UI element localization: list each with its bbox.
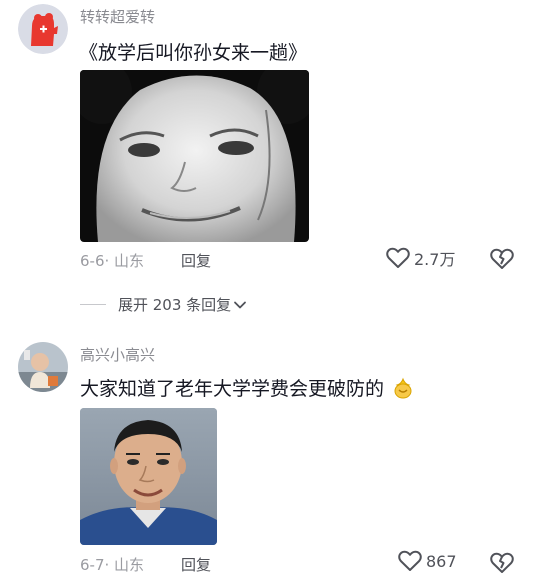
username[interactable]: 高兴小高兴 [80,344,155,365]
comment-date: 6-7 [80,556,105,574]
like-count: 2.7万 [414,250,456,269]
avatar[interactable] [18,342,68,392]
divider [80,304,106,305]
reply-button[interactable]: 回复 [181,554,211,575]
broken-heart-icon [490,552,514,573]
heart-icon [386,247,410,268]
sparkle-emoji-icon [394,377,412,399]
broken-heart-icon [490,248,514,269]
comment-meta: 6-7· 山东 [80,554,144,575]
username[interactable]: 转转超爱转 [80,6,155,27]
dislike-button[interactable] [490,248,514,274]
heart-icon [398,550,422,571]
comment-image[interactable] [80,70,309,242]
comment-date: 6-6 [80,252,105,270]
like-count: 867 [426,551,457,571]
comment-meta: 6-6· 山东 [80,250,144,271]
dislike-button[interactable] [490,552,514,578]
comment-text: 大家知道了老年大学学费会更破防的 [80,374,414,401]
like-button[interactable]: 867 [398,550,457,572]
expand-replies-button[interactable]: 展开 203 条回复 [80,294,247,315]
comment-location: · 山东 [104,252,145,270]
comment-text: 《放学后叫你孙女来一趟》 [79,42,308,64]
comment-location: · 山东 [104,556,145,574]
comment-text-content: 大家知道了老年大学学费会更破防的 [80,378,385,400]
comment-image[interactable] [80,408,217,545]
expand-replies-label: 展开 203 条回复 [118,296,232,314]
comment-item: 转转超爱转 《放学后叫你孙女来一趟》 6-6· 山东 回复 2.7万 [0,0,541,280]
like-button[interactable]: 2.7万 [386,246,455,270]
chevron-down-icon [234,301,247,308]
avatar[interactable] [18,4,68,54]
reply-button[interactable]: 回复 [181,250,211,271]
comment-item: 高兴小高兴 大家知道了老年大学学费会更破防的 6-7· 山东 回复 867 [0,336,541,579]
